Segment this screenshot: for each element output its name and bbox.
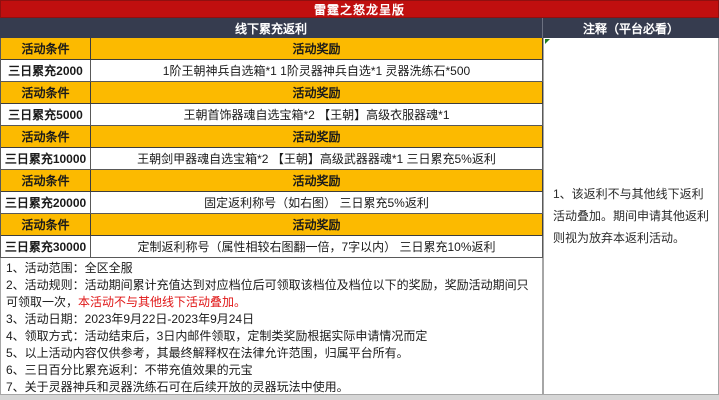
tier-header-row: 活动条件 活动奖励 — [1, 38, 543, 60]
content-area: 活动条件 活动奖励 三日累充2000 1阶王朝神兵自选箱*1 1阶灵器神兵自选*… — [0, 38, 719, 395]
reward-cell: 固定返利称号（如右图） 三日累充5%返利 — [91, 192, 543, 214]
rule-note-line: 7、关于灵器神兵和灵器洗练石可在后续开放的灵器玩法中使用。 — [6, 379, 538, 396]
cell-error-corner-icon — [545, 39, 550, 44]
condition-header-cell: 活动条件 — [1, 214, 91, 236]
tier-table: 活动条件 活动奖励 三日累充2000 1阶王朝神兵自选箱*1 1阶灵器神兵自选*… — [0, 38, 543, 258]
condition-header-cell: 活动条件 — [1, 170, 91, 192]
reward-header-cell: 活动奖励 — [91, 214, 543, 236]
rule-note-text: 5、以上活动内容仅供参考，其最终解释权在法律允许范围，归属平台所有。 — [6, 346, 409, 360]
section-header-row: 线下累充返利 注释（平台必看） — [0, 18, 719, 38]
condition-cell: 三日累充2000 — [1, 60, 91, 82]
rule-note-line: 1、活动范围：全区全服 — [6, 260, 538, 277]
tier-header-row: 活动条件 活动奖励 — [1, 126, 543, 148]
rule-note-line: 3、活动日期：2023年9月22日-2023年9月24日 — [6, 311, 538, 328]
rule-note-text: 6、三日百分比累充返利：不带充值效果的元宝 — [6, 363, 253, 377]
section-header-annotation-label: 注释（平台必看） — [582, 21, 679, 36]
rule-note-line: 4、领取方式：活动结束后，3日内邮件领取，定制类奖励根据实际申请情况而定 — [6, 328, 538, 345]
rule-note-line: 6、三日百分比累充返利：不带充值效果的元宝 — [6, 362, 538, 379]
condition-header-cell: 活动条件 — [1, 82, 91, 104]
rebate-table-column: 活动条件 活动奖励 三日累充2000 1阶王朝神兵自选箱*1 1阶灵器神兵自选*… — [0, 38, 543, 395]
rules-notes: 1、活动范围：全区全服 2、活动规则：活动期间累计充值达到对应档位后可领取该档位… — [0, 258, 543, 395]
annotation-cell: 1、该返利不与其他线下返利活动叠加。期间申请其他返利则视为放弃本返利活动。 — [543, 38, 719, 395]
tier-data-row: 三日累充2000 1阶王朝神兵自选箱*1 1阶灵器神兵自选*1 灵器洗练石*50… — [1, 60, 543, 82]
reward-header-cell: 活动奖励 — [91, 170, 543, 192]
section-header-rebate-label: 线下累充返利 — [234, 21, 307, 36]
condition-cell: 三日累充10000 — [1, 148, 91, 170]
reward-header-cell: 活动奖励 — [91, 82, 543, 104]
tier-header-row: 活动条件 活动奖励 — [1, 82, 543, 104]
rule-note-text: 4、领取方式：活动结束后，3日内邮件领取，定制类奖励根据实际申请情况而定 — [6, 329, 428, 343]
section-header-annotation: 注释（平台必看） — [543, 18, 719, 38]
rule-note-text: 3、活动日期：2023年9月22日-2023年9月24日 — [6, 312, 255, 326]
reward-cell: 王朝剑甲器魂自选宝箱*2 【王朝】高级武器器魂*1 三日累充5%返利 — [91, 148, 543, 170]
condition-header-cell: 活动条件 — [1, 38, 91, 60]
tier-header-row: 活动条件 活动奖励 — [1, 170, 543, 192]
title-banner: 雷霆之怒龙呈版 — [0, 0, 719, 18]
rule-note-text: 7、关于灵器神兵和灵器洗练石可在后续开放的灵器玩法中使用。 — [6, 380, 349, 394]
rule-note-line: 5、以上活动内容仅供参考，其最终解释权在法律允许范围，归属平台所有。 — [6, 345, 538, 362]
tier-data-row: 三日累充30000 定制返利称号（属性相较右图翻一倍，7字以内） 三日累充10%… — [1, 236, 543, 258]
rule-note-text: 1、活动范围：全区全服 — [6, 261, 133, 275]
tier-header-row: 活动条件 活动奖励 — [1, 214, 543, 236]
condition-cell: 三日累充20000 — [1, 192, 91, 214]
condition-header-cell: 活动条件 — [1, 126, 91, 148]
spreadsheet-page: 雷霆之怒龙呈版 线下累充返利 注释（平台必看） 活动条件 活动奖励 三日累充20… — [0, 0, 719, 395]
rule-note-line: 2、活动规则：活动期间累计充值达到对应档位后可领取该档位及档位以下的奖励，奖励活… — [6, 277, 538, 311]
reward-cell: 定制返利称号（属性相较右图翻一倍，7字以内） 三日累充10%返利 — [91, 236, 543, 258]
condition-cell: 三日累充5000 — [1, 104, 91, 126]
rule-note-warning-text: 本活动不与其他线下活动叠加。 — [78, 295, 247, 309]
section-header-rebate: 线下累充返利 — [0, 18, 543, 38]
condition-cell: 三日累充30000 — [1, 236, 91, 258]
reward-cell: 王朝首饰器魂自选宝箱*2 【王朝】高级衣服器魂*1 — [91, 104, 543, 126]
reward-header-cell: 活动奖励 — [91, 38, 543, 60]
annotation-text: 1、该返利不与其他线下返利活动叠加。期间申请其他返利则视为放弃本返利活动。 — [553, 187, 710, 245]
tier-data-row: 三日累充20000 固定返利称号（如右图） 三日累充5%返利 — [1, 192, 543, 214]
reward-cell: 1阶王朝神兵自选箱*1 1阶灵器神兵自选*1 灵器洗练石*500 — [91, 60, 543, 82]
page-title: 雷霆之怒龙呈版 — [313, 2, 405, 17]
tier-data-row: 三日累充5000 王朝首饰器魂自选宝箱*2 【王朝】高级衣服器魂*1 — [1, 104, 543, 126]
reward-header-cell: 活动奖励 — [91, 126, 543, 148]
tier-data-row: 三日累充10000 王朝剑甲器魂自选宝箱*2 【王朝】高级武器器魂*1 三日累充… — [1, 148, 543, 170]
